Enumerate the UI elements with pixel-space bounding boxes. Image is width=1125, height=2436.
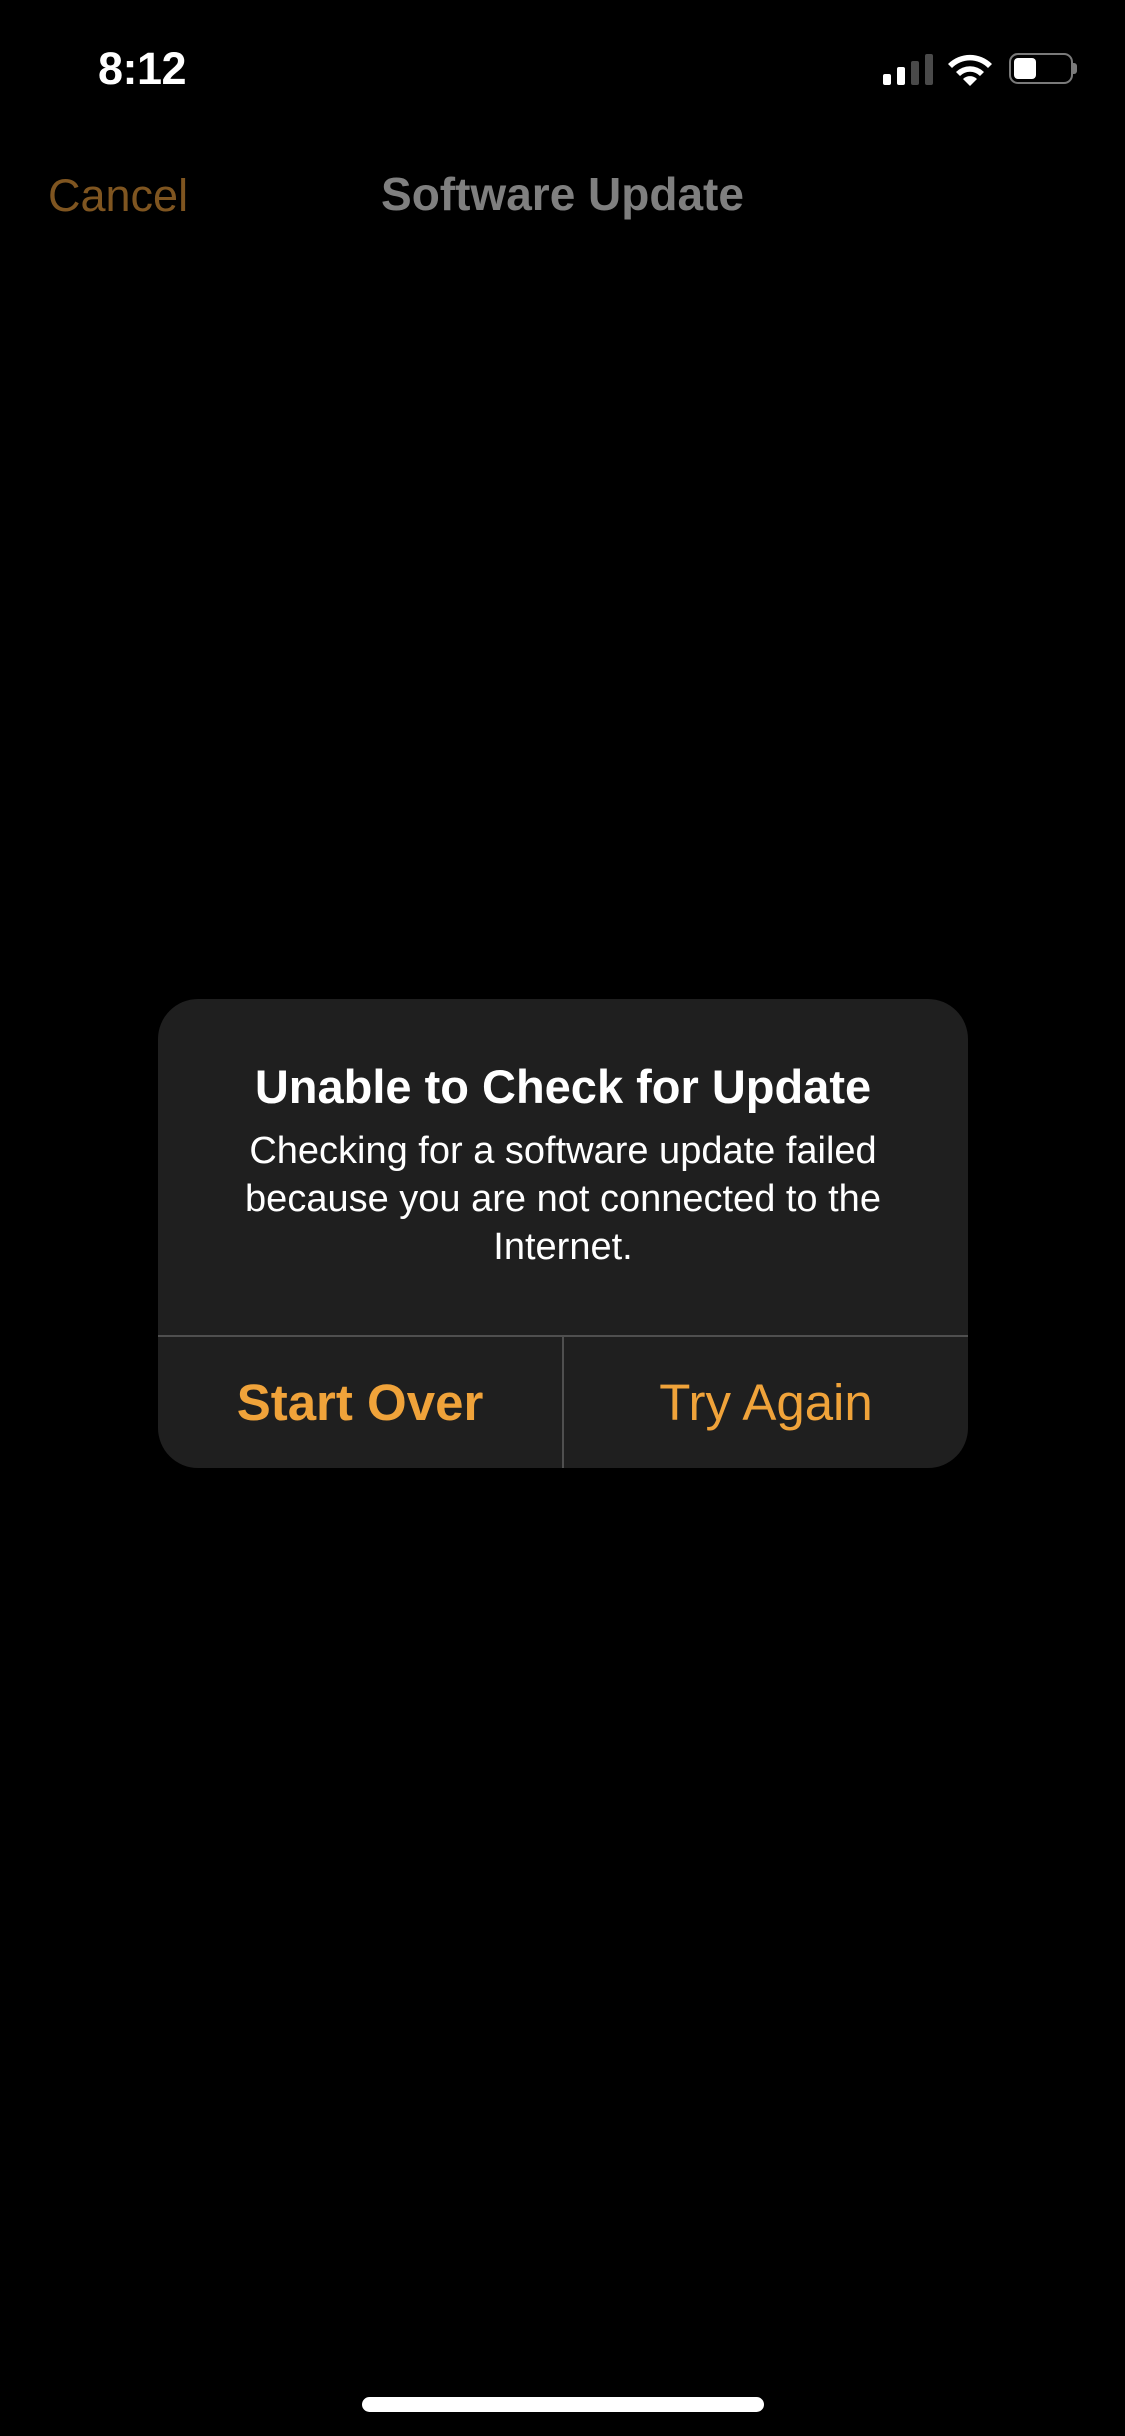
home-indicator[interactable]: [362, 2397, 764, 2412]
status-time: 8:12: [97, 43, 187, 94]
signal-bar: [883, 74, 891, 85]
start-over-button[interactable]: Start Over: [158, 1337, 562, 1468]
try-again-button[interactable]: Try Again: [564, 1337, 968, 1468]
alert-message: Checking for a software update failed be…: [245, 1130, 881, 1268]
battery-icon: [1009, 53, 1073, 84]
wifi-icon: [948, 54, 992, 86]
alert-dialog: Unable to Check for Update Checking for …: [158, 999, 968, 1468]
signal-bar: [911, 61, 919, 85]
signal-bar: [925, 54, 933, 85]
battery-cap: [1073, 63, 1077, 74]
signal-bar: [897, 67, 905, 85]
alert-title: Unable to Check for Update: [254, 1060, 872, 1113]
cancel-button[interactable]: Cancel: [48, 168, 188, 224]
cellular-signal-icon: [883, 53, 935, 85]
battery-level: [1014, 58, 1036, 79]
